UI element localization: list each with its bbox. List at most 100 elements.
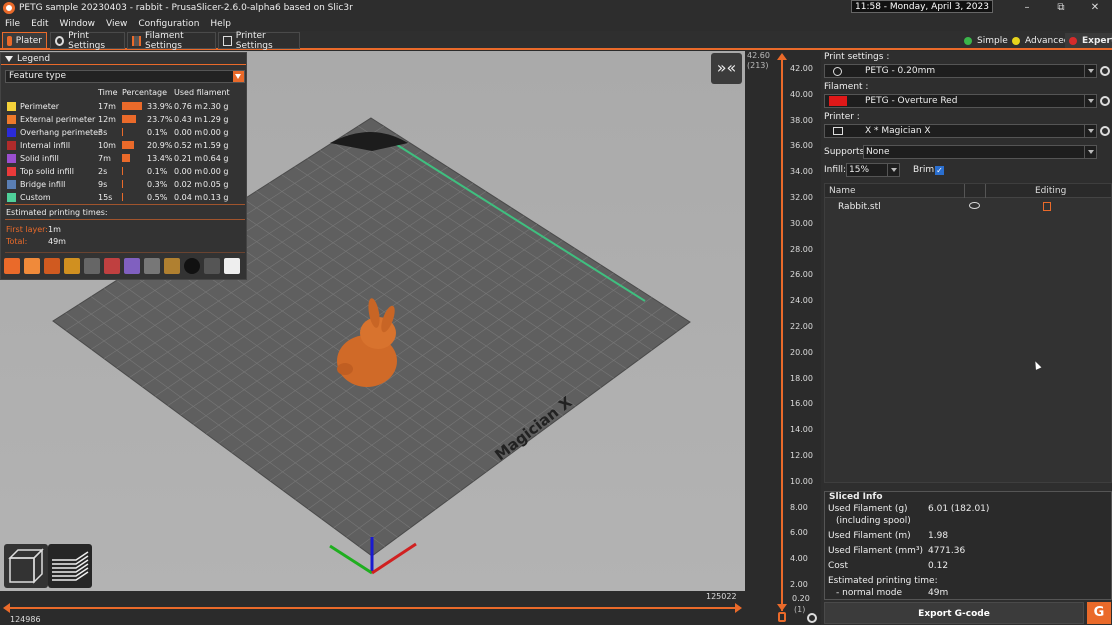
mode-expert[interactable]: Expert [1065,33,1112,48]
brim-checkbox[interactable]: ✓ [935,166,944,175]
preview-button[interactable] [48,544,92,588]
object-row[interactable]: Rabbit.stl [825,200,1111,214]
center-of-gravity-icon[interactable] [184,258,200,274]
chevron-down-icon [1084,146,1096,158]
export-gcode-button[interactable]: Export G-code [824,602,1084,624]
window-title: PETG sample 20230403 - rabbit - PrusaSli… [19,3,353,13]
top-thumb-icon[interactable] [777,53,787,60]
legend-view-type-select[interactable]: Feature type [5,70,245,83]
legend-item-weight: 1.59 g [203,141,229,150]
tab-filament-settings[interactable]: Filament Settings [127,31,216,51]
legend-row[interactable]: Internal infill 10m 20.9% 0.52 m 1.59 g [1,140,248,153]
left-thumb-icon[interactable] [3,603,10,613]
restore-button[interactable]: ⧉ [1044,0,1078,16]
tab-print-settings[interactable]: Print Settings [50,30,125,51]
legend-row[interactable]: Bridge infill 9s 0.3% 0.02 m 0.05 g [1,179,248,192]
minimize-button[interactable]: – [1010,0,1044,16]
pause-prints-icon[interactable] [144,258,160,274]
mode-advanced[interactable]: Advanced [1008,33,1073,48]
chevron-down-icon [1084,65,1096,77]
sliced-info-label: Estimated printing time: [828,576,938,586]
legend-item-percentage: 23.7% [147,115,173,124]
horizontal-slider-track [8,607,738,609]
edit-printer-preset-icon[interactable] [1100,126,1110,136]
tool-marker-icon[interactable] [224,258,240,274]
edit-print-preset-icon[interactable] [1100,66,1110,76]
shells-icon[interactable] [204,258,220,274]
bottom-thumb-icon[interactable] [777,604,787,611]
legend-row[interactable]: Solid infill 7m 13.4% 0.21 m 0.64 g [1,153,248,166]
total-value: 49m [48,237,66,246]
sliced-info-label: Used Filament (m) [828,531,911,541]
mode-simple[interactable]: Simple [960,33,1012,48]
color-changes-icon[interactable] [124,258,140,274]
menu-window[interactable]: Window [60,19,96,29]
legend-color-swatch [7,167,16,176]
prusaslicer-logo-icon [3,2,15,14]
print-settings-combo[interactable]: PETG - 0.20mm [824,64,1097,78]
object-list-header: Name Editing [825,184,1111,198]
menu-help[interactable]: Help [210,19,231,29]
horizontal-slider[interactable]: 125022 124986 [0,591,745,625]
legend-percentage-bar [122,115,136,123]
tab-plater[interactable]: Plater [2,32,47,49]
collapse-sidebar-button[interactable]: »« [711,53,742,84]
custom-gcodes-icon[interactable] [164,258,180,274]
legend-row[interactable]: External perimeter 12m 23.7% 0.43 m 1.29 g [1,114,248,127]
legend-row[interactable]: Top solid infill 2s 0.1% 0.00 m 0.00 g [1,166,248,179]
menu-configuration[interactable]: Configuration [138,19,199,29]
retractions-icon[interactable] [44,258,60,274]
chevron-down-icon [1084,95,1096,107]
tab-printer-settings[interactable]: Printer Settings [218,31,300,51]
layer-tick-label: 4.00 [790,554,808,564]
supports-combo[interactable]: None [863,145,1097,159]
legend-item-length: 0.52 m [174,141,203,150]
legend-color-swatch [7,128,16,137]
object-list: Name Editing Rabbit.stl [824,183,1112,483]
wipe-icon[interactable] [24,258,40,274]
eye-icon[interactable] [969,202,980,209]
legend-row[interactable]: Overhang perimeter 3s 0.1% 0.00 m 0.00 g [1,127,248,140]
layer-tick-label: 6.00 [790,528,808,538]
legend-percentage-bar [122,167,123,175]
legend-item-length: 0.04 m [174,193,203,202]
legend-item-length: 0.02 m [174,180,203,189]
close-button[interactable]: ✕ [1078,0,1112,16]
right-thumb-icon[interactable] [735,603,742,613]
travel-icon[interactable] [4,258,20,274]
sliced-info-label: Cost [828,561,849,571]
settings-gear-icon[interactable] [807,613,817,623]
printer-combo[interactable]: X * Magician X [824,124,1097,138]
menu-bar: File Edit Window View Configuration Help [0,16,1112,31]
legend-item-name: Internal infill [20,141,71,150]
menu-view[interactable]: View [106,19,127,29]
layer-tick-label: 30.00 [790,218,813,228]
menu-file[interactable]: File [5,19,20,29]
sliced-info-value: 0.12 [928,561,949,571]
seams-icon[interactable] [84,258,100,274]
send-gcode-button[interactable]: G [1087,602,1111,624]
3d-view-button[interactable] [4,544,48,588]
printer-icon [223,35,232,46]
filament-combo[interactable]: PETG - Overture Red [824,94,1097,108]
deretractions-icon[interactable] [64,258,80,274]
infill-combo[interactable]: 15% [846,163,900,177]
lock-icon[interactable] [778,612,786,622]
legend-item-weight: 2.30 g [203,102,229,111]
menu-edit[interactable]: Edit [31,19,48,29]
tab-label: Print Settings [68,30,106,51]
advanced-dot-icon [1012,36,1020,45]
legend-col-percentage: Percentage [122,88,168,97]
chevron-down-icon [233,71,244,82]
legend-row[interactable]: Perimeter 17m 33.9% 0.76 m 2.30 g [1,101,248,114]
layer-tick-label: 10.00 [790,476,813,486]
legend-item-time: 3s [98,128,108,137]
legend-header[interactable]: Legend [1,53,246,65]
edit-filament-preset-icon[interactable] [1100,96,1110,106]
layer-tick-label: 26.00 [790,270,813,280]
edit-icon[interactable] [1043,202,1051,211]
filament-value: PETG - Overture Red [865,96,958,106]
top-layer-value: (213) [747,61,769,70]
tool-changes-icon[interactable] [104,258,120,274]
vertical-layer-slider[interactable]: 42.60 (213) 42.00 40.00 38.00 36.00 34.00 32.… [745,51,821,625]
